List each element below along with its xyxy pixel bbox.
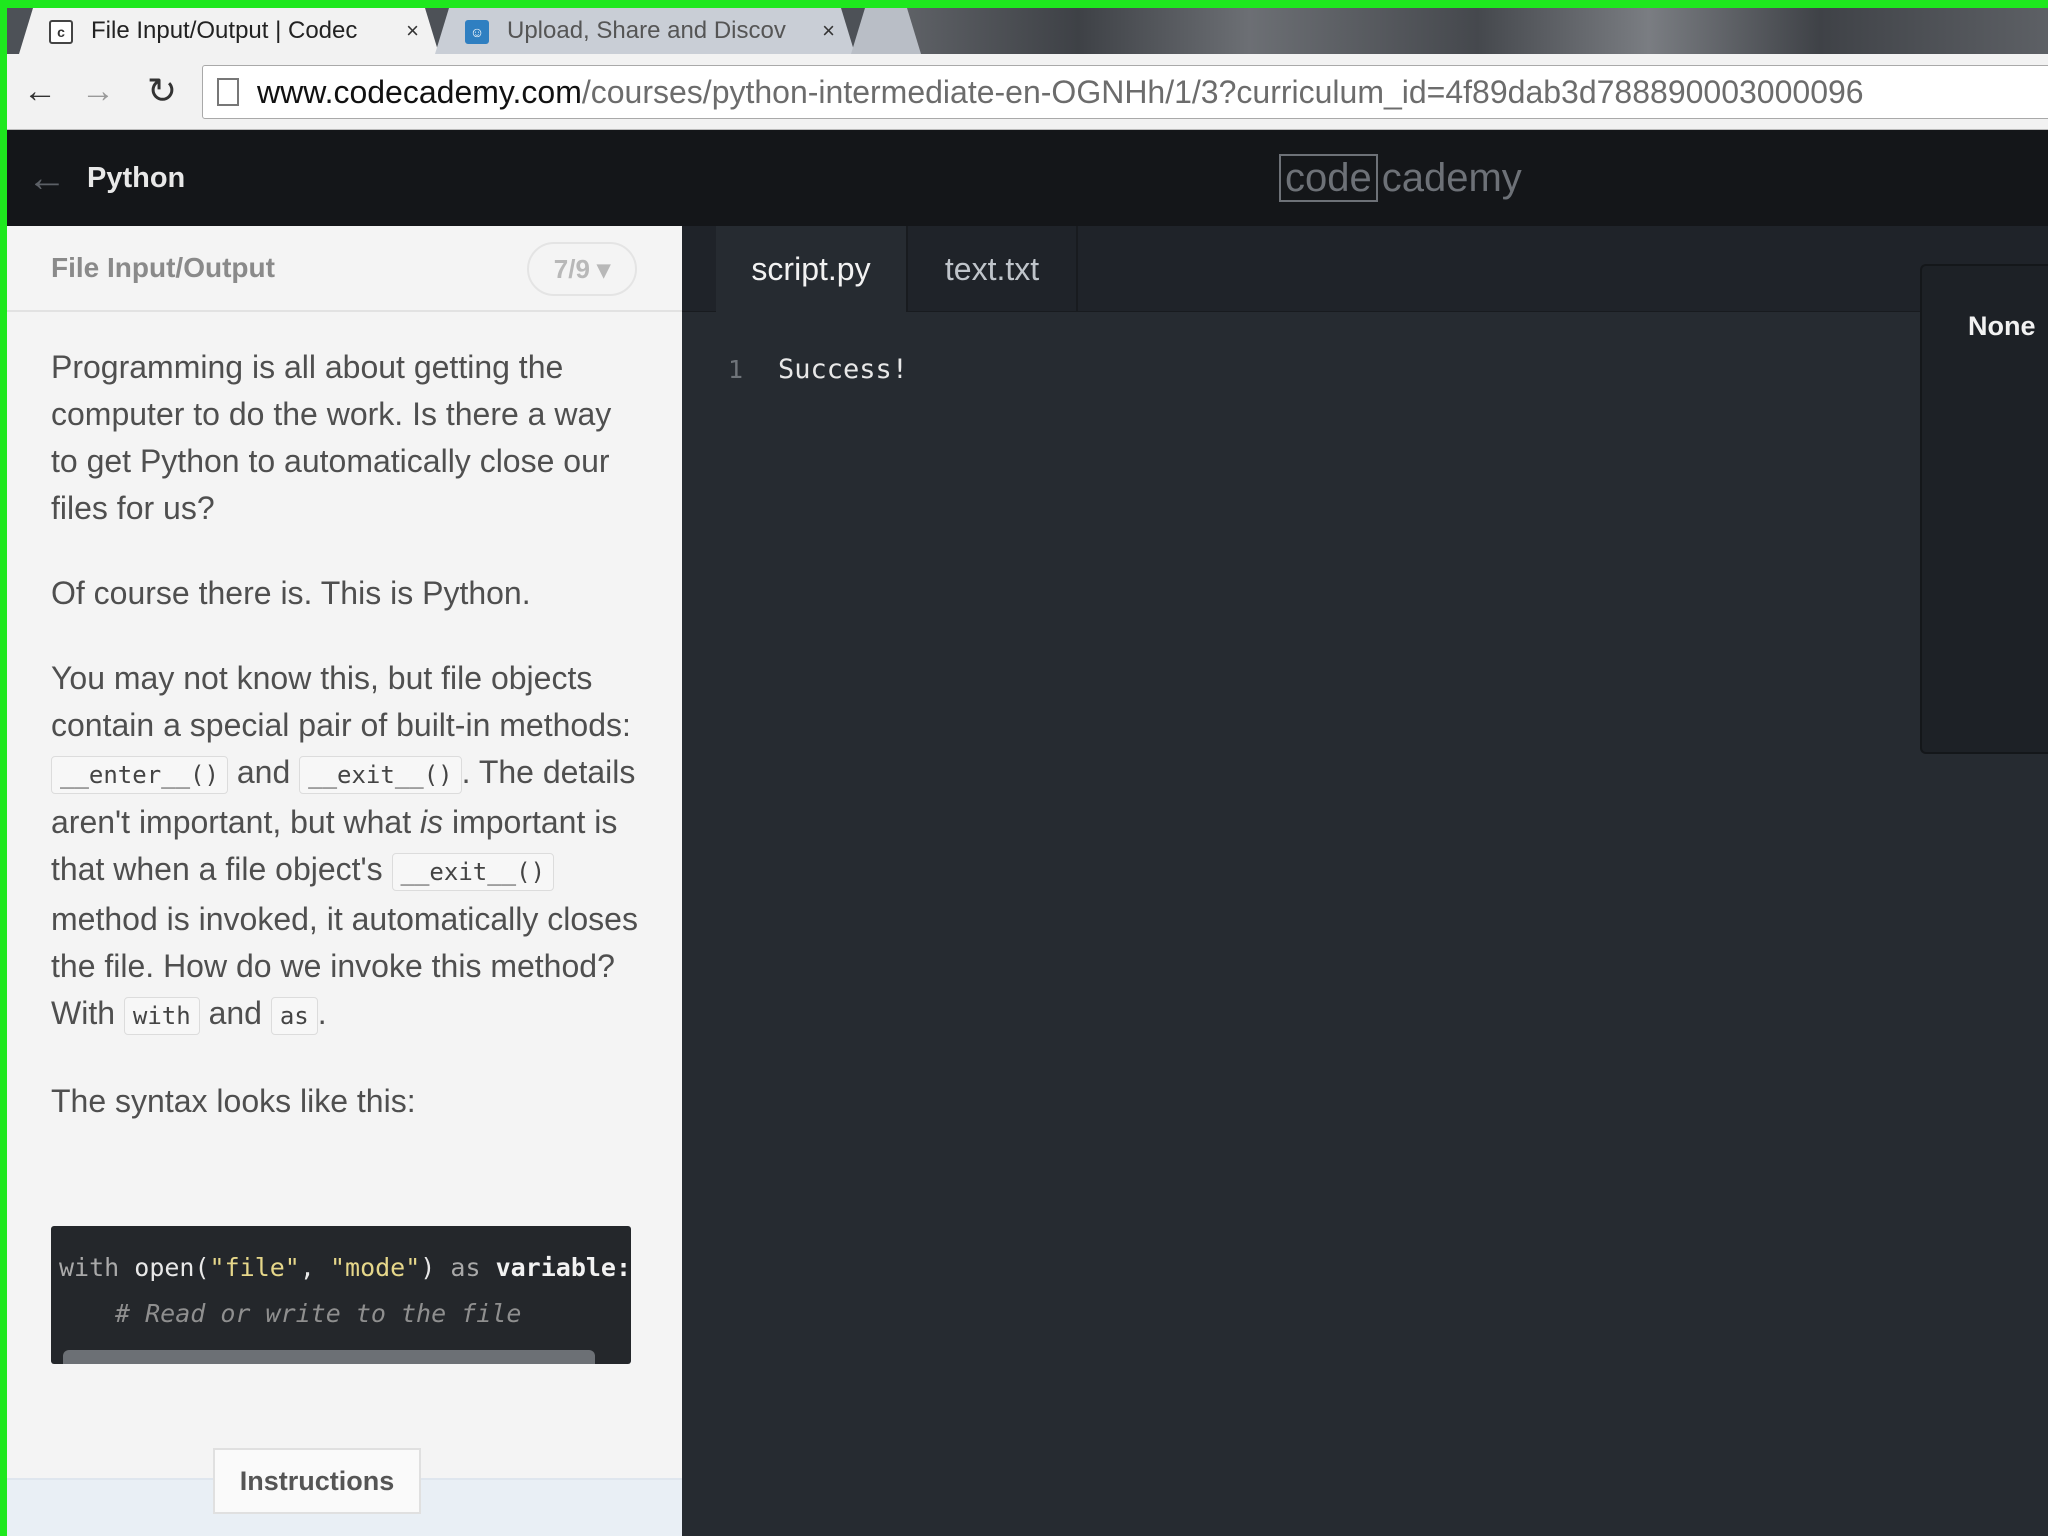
lesson-paragraph: The syntax looks like this: [51,1083,416,1119]
lesson-paragraph: You may not know this, but file objects … [51,655,641,1040]
tab-script-py[interactable]: script.py [716,226,906,312]
lesson-header: File Input/Output 7/9 ▾ [7,226,682,312]
text-fragment: You may not know this, but file objects … [51,660,631,743]
code-function: open( [134,1253,210,1282]
close-tab-icon[interactable]: × [406,8,419,54]
code-line: with open("file", "mode") as variable: [59,1250,631,1286]
syntax-code-block: with open("file", "mode") as variable: #… [51,1226,631,1364]
course-title[interactable]: Python [87,156,185,200]
tab-title: Upload, Share and Discov [507,17,786,44]
code-punct: ) [420,1253,436,1282]
code-editor: script.py text.txt 1 Success! None [682,226,2048,1536]
lesson-panel: File Input/Output 7/9 ▾ Programming is a… [7,226,682,1536]
back-arrow-icon[interactable]: ← [15,66,65,116]
browser-toolbar: ← → ↻ www.codecademy.com /courses/python… [7,54,2048,130]
logo-code: code [1279,154,1378,202]
browser-tab-upload[interactable]: ☺ Upload, Share and Discov × [435,8,855,54]
back-to-course-icon[interactable]: ← [27,154,67,202]
lesson-paragraph: Of course there is. This is Python. [51,575,531,611]
code-punct: , [299,1253,330,1282]
line-number: 1 [728,355,744,384]
inline-code-exit: __exit__() [299,756,462,794]
tabstrip-background [907,8,2048,54]
inline-code-with: with [123,997,200,1035]
output-text: None [1968,311,2036,341]
url-domain: www.codecademy.com [257,73,582,110]
site-header: ← Python code cademy [7,130,2048,226]
logo-cademy: cademy [1381,155,1522,200]
inline-code-enter: __enter__() [51,756,228,794]
page-icon [217,78,239,106]
lesson-progress-dropdown[interactable]: 7/9 ▾ [527,242,637,296]
address-bar[interactable]: www.codecademy.com /courses/python-inter… [202,65,2048,119]
codecademy-logo[interactable]: code cademy [1279,152,1522,204]
reload-icon[interactable]: ↻ [137,66,187,116]
tab-text-txt[interactable]: text.txt [906,226,1078,312]
text-fragment: . [317,995,327,1031]
code-block-scrollbar[interactable] [63,1350,595,1364]
codecademy-favicon-icon: c [49,20,73,44]
code-comment: # Read or write to the file [115,1299,522,1328]
code-string: "mode" [329,1253,421,1282]
inline-code-as: as [270,997,318,1035]
recording-frame-left [0,0,7,1536]
emphasis-text: is [419,804,444,840]
code-keyword: with [59,1253,120,1282]
editor-code-line[interactable]: Success! [778,350,908,390]
code-string: "file" [209,1253,300,1282]
code-keyword: as [450,1253,481,1282]
inline-code-exit: __exit__() [391,853,555,891]
recording-frame-top [0,0,2048,8]
editor-tabbar: script.py text.txt [682,226,2048,312]
browser-tabstrip: c File Input/Output | Codec × ☺ Upload, … [7,8,2048,54]
instructions-tab[interactable]: Instructions [213,1448,421,1514]
code-variable: variable: [495,1253,631,1282]
upload-site-favicon-icon: ☺ [465,20,489,44]
text-fragment: and [199,995,271,1031]
forward-arrow-icon[interactable]: → [73,66,123,116]
browser-tab-codecademy[interactable]: c File Input/Output | Codec × [19,8,439,54]
url-path: /courses/python-intermediate-en-OGNHh/1/… [581,73,1864,110]
close-tab-icon[interactable]: × [822,8,835,54]
output-panel: None [1920,264,2048,754]
lesson-paragraph: Programming is all about getting the com… [51,349,612,526]
text-fragment: and [227,754,300,790]
lesson-body: Programming is all about getting the com… [51,344,641,1163]
tab-title: File Input/Output | Codec [91,17,358,44]
lesson-title: File Input/Output [51,252,275,283]
